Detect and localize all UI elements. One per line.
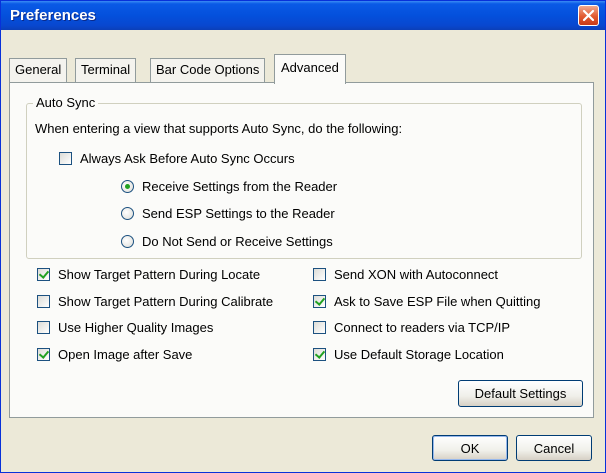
- checkbox-label: Open Image after Save: [58, 346, 193, 362]
- close-button[interactable]: [578, 5, 599, 26]
- show-target-calibrate-checkbox[interactable]: Show Target Pattern During Calibrate: [37, 293, 273, 309]
- checkbox-label: Always Ask Before Auto Sync Occurs: [80, 150, 295, 166]
- checkbox-box[interactable]: [313, 347, 326, 361]
- checkbox-box[interactable]: [313, 294, 326, 308]
- send-xon-checkbox[interactable]: Send XON with Autoconnect: [313, 266, 498, 282]
- radio-button[interactable]: [121, 234, 134, 248]
- ask-save-esp-checkbox[interactable]: Ask to Save ESP File when Quitting: [313, 293, 540, 309]
- checkbox-label: Ask to Save ESP File when Quitting: [334, 293, 541, 309]
- connect-tcp-ip-checkbox[interactable]: Connect to readers via TCP/IP: [313, 319, 510, 335]
- close-icon: [582, 9, 595, 22]
- checkbox-label: Send XON with Autoconnect: [334, 266, 499, 282]
- checkbox-box[interactable]: [37, 320, 50, 334]
- open-image-after-save-checkbox[interactable]: Open Image after Save: [37, 346, 192, 362]
- checkbox-label: Use Default Storage Location: [334, 346, 504, 362]
- higher-quality-images-checkbox[interactable]: Use Higher Quality Images: [37, 319, 213, 335]
- checkbox-label: Show Target Pattern During Calibrate: [58, 293, 274, 309]
- tab-general[interactable]: General: [9, 58, 68, 82]
- show-target-locate-checkbox[interactable]: Show Target Pattern During Locate: [37, 266, 260, 282]
- radio-receive-settings[interactable]: Receive Settings from the Reader: [121, 178, 337, 194]
- radio-send-esp-settings[interactable]: Send ESP Settings to the Reader: [121, 205, 335, 221]
- checkbox-box[interactable]: [313, 267, 326, 281]
- checkbox-box[interactable]: [37, 347, 50, 361]
- tab-advanced[interactable]: Advanced: [274, 54, 346, 84]
- checkbox-label: Connect to readers via TCP/IP: [334, 319, 511, 335]
- tab-bar-code-options[interactable]: Bar Code Options: [150, 58, 266, 82]
- checkbox-box[interactable]: [313, 320, 326, 334]
- checkbox-box[interactable]: [37, 294, 50, 308]
- checkbox-box[interactable]: [59, 151, 72, 165]
- checkbox-label: Use Higher Quality Images: [58, 319, 214, 335]
- radio-label: Do Not Send or Receive Settings: [142, 233, 333, 249]
- ok-button[interactable]: OK: [432, 435, 508, 461]
- dialog-title: Preferences: [10, 7, 96, 24]
- title-bar[interactable]: Preferences: [1, 1, 605, 30]
- radio-label: Receive Settings from the Reader: [142, 178, 338, 194]
- default-settings-button[interactable]: Default Settings: [458, 380, 583, 407]
- tab-terminal[interactable]: Terminal: [75, 58, 137, 82]
- radio-button[interactable]: [121, 179, 134, 193]
- default-storage-location-checkbox[interactable]: Use Default Storage Location: [313, 346, 504, 362]
- radio-label: Send ESP Settings to the Reader: [142, 205, 335, 221]
- checkbox-box[interactable]: [37, 267, 50, 281]
- always-ask-checkbox[interactable]: Always Ask Before Auto Sync Occurs: [59, 150, 295, 166]
- auto-sync-description: When entering a view that supports Auto …: [35, 121, 403, 136]
- radio-do-not-send[interactable]: Do Not Send or Receive Settings: [121, 233, 333, 249]
- cancel-button[interactable]: Cancel: [516, 435, 592, 461]
- auto-sync-legend: Auto Sync: [33, 95, 99, 110]
- radio-button[interactable]: [121, 206, 134, 220]
- checkbox-label: Show Target Pattern During Locate: [58, 266, 261, 282]
